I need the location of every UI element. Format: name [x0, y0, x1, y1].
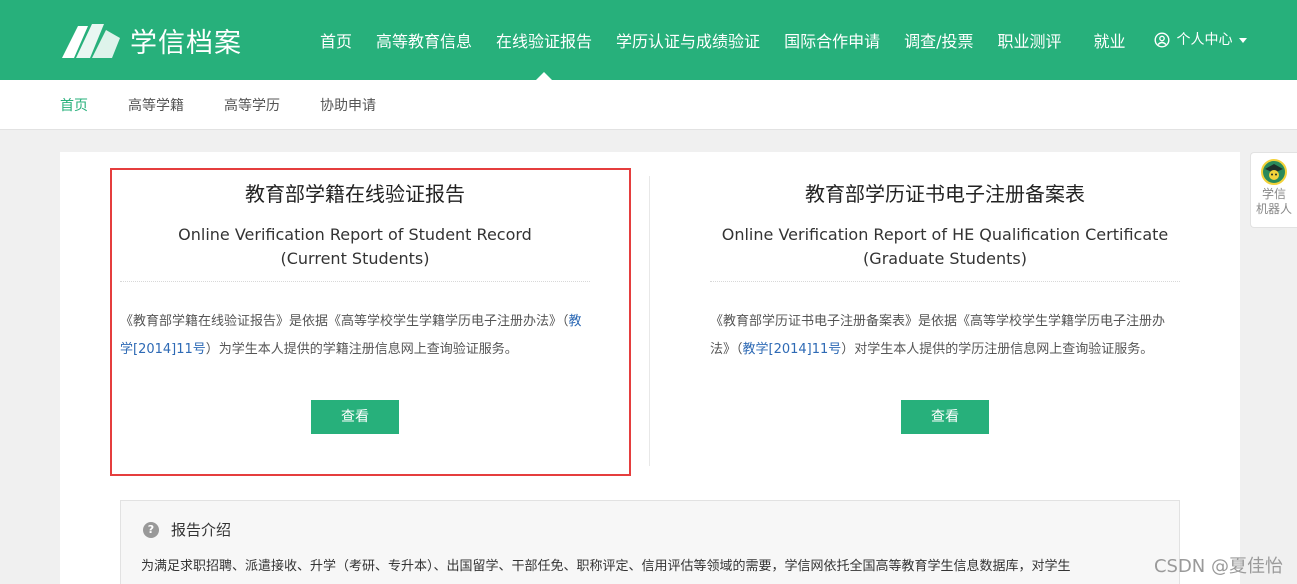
nav-higher-education-info[interactable]: 高等教育信息 — [364, 0, 484, 80]
report-english-line1: Online Verification Report of HE Qualifi… — [721, 225, 1169, 244]
user-center-label: 个人中心 — [1176, 32, 1233, 48]
report-english-line2: (Graduate Students) — [863, 249, 1027, 268]
nav-home[interactable]: 首页 — [308, 0, 364, 80]
report-english-title: Online Verification Report of HE Qualifi… — [710, 223, 1180, 271]
description-text: ）对学生本人提供的学历注册信息网上查询验证服务。 — [841, 342, 1154, 357]
nav-international-cooperation[interactable]: 国际合作申请 — [772, 0, 892, 80]
intro-text: 为满足求职招聘、派遣接收、升学（考研、专升本）、出国留学、干部任免、职称评定、信… — [141, 559, 1071, 574]
robot-avatar-icon — [1261, 159, 1287, 185]
subnav-student-record[interactable]: 高等学籍 — [128, 80, 184, 132]
user-icon — [1154, 32, 1170, 48]
question-icon: ? — [143, 521, 159, 538]
report-card-qualification: 教育部学历证书电子注册备案表 Online Verification Repor… — [710, 152, 1180, 434]
user-center-menu[interactable]: 个人中心 — [1138, 0, 1259, 80]
subnav-qualification[interactable]: 高等学历 — [224, 80, 280, 132]
robot-label-line1: 学信 — [1261, 187, 1286, 201]
dotted-divider — [710, 281, 1180, 282]
intro-title: 报告介绍 — [171, 521, 232, 539]
nav-online-verification-report[interactable]: 在线验证报告 — [484, 0, 604, 80]
highlight-box — [110, 168, 631, 476]
view-qualification-button[interactable]: 查看 — [901, 400, 989, 434]
nav-survey-vote[interactable]: 调查/投票 — [892, 0, 985, 80]
chevron-down-icon — [1238, 37, 1247, 43]
main-nav: 首页 高等教育信息 在线验证报告 学历认证与成绩验证 国际合作申请 调查/投票 … — [308, 0, 1259, 80]
sub-nav: 首页 高等学籍 高等学历 协助申请 — [0, 80, 1297, 130]
watermark: CSDN @夏佳怡 — [1153, 556, 1283, 577]
nav-career-assessment[interactable]: 职业测评 — [985, 0, 1073, 80]
column-divider — [649, 176, 650, 466]
report-title: 教育部学历证书电子注册备案表 — [805, 182, 1085, 206]
nav-degree-certification[interactable]: 学历认证与成绩验证 — [604, 0, 772, 80]
logo-text: 学信档案 — [130, 27, 242, 59]
subnav-assist-apply[interactable]: 协助申请 — [320, 80, 376, 132]
logo[interactable]: 学信档案 — [60, 20, 242, 60]
robot-label-line2: 机器人 — [1255, 202, 1292, 216]
robot-label: 学信 机器人 — [1251, 187, 1297, 217]
book-logo-icon — [62, 24, 120, 58]
robot-assistant-button[interactable]: 学信 机器人 — [1250, 152, 1297, 228]
intro-header: ? 报告介绍 — [143, 519, 231, 540]
report-description: 《教育部学历证书电子注册备案表》是依据《高等学校学生学籍学历电子注册办法》（教学… — [710, 308, 1180, 364]
top-header: 学信档案 首页 高等教育信息 在线验证报告 学历认证与成绩验证 国际合作申请 调… — [0, 0, 1297, 80]
regulation-link[interactable]: 教学[2014]11号 — [743, 342, 842, 357]
nav-employment[interactable]: 就业 — [1074, 0, 1138, 80]
subnav-home[interactable]: 首页 — [60, 80, 88, 132]
report-intro-section: ? 报告介绍 为满足求职招聘、派遣接收、升学（考研、专升本）、出国留学、干部任免… — [120, 500, 1180, 584]
